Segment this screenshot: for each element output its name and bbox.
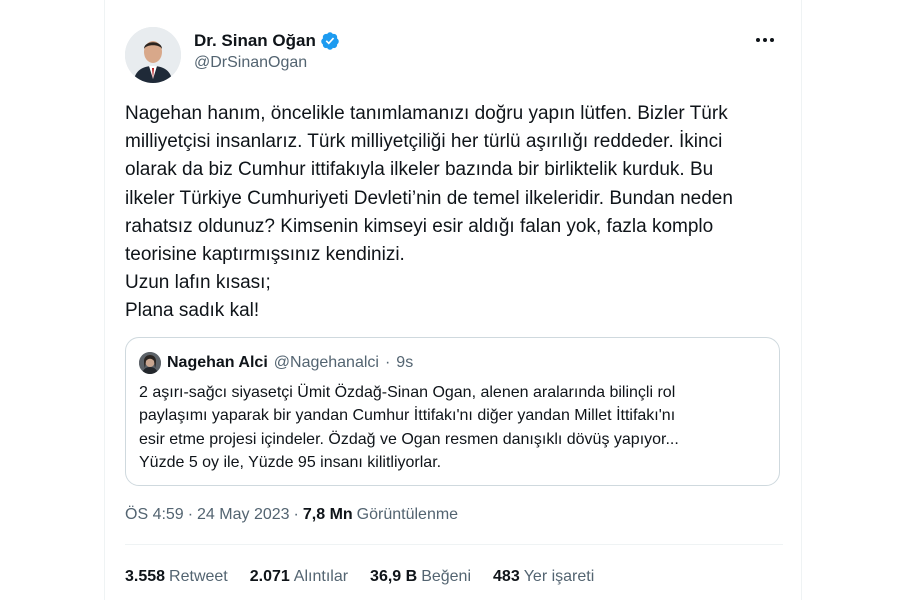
bookmarks-stat[interactable]: 483 Yer işareti — [493, 568, 594, 586]
bookmarks-count: 483 — [493, 568, 520, 585]
stats-divider — [125, 544, 783, 545]
views-count: 7,8 Mn — [302, 506, 353, 523]
engagement-stats: 3.558 Retweet 2.071 Alıntılar 36,9 B Beğ… — [125, 568, 594, 586]
quoted-tweet-header: Nagehan Alci @Nagehanalci · 9s — [139, 351, 766, 375]
quoted-author-handle[interactable]: @Nagehanalci — [274, 354, 379, 372]
bookmarks-label: Yer işareti — [523, 568, 595, 585]
quoted-tweet[interactable]: Nagehan Alci @Nagehanalci · 9s 2 aşırı-s… — [125, 337, 780, 486]
quoted-timestamp[interactable]: 9s — [396, 354, 413, 372]
author-avatar[interactable] — [125, 27, 181, 83]
quotes-label: Alıntılar — [293, 568, 349, 585]
tweet-text-line: Plana sadık kal! — [125, 300, 260, 322]
quoted-text-line: 2 aşırı-sağcı siyasetçi Ümit Özdağ-Sinan… — [139, 384, 676, 401]
tweet-text-line: teorisine kaptırmışsınız kendinizi. — [125, 244, 405, 266]
views-label: Görüntülenme — [356, 506, 459, 523]
retweets-stat[interactable]: 3.558 Retweet — [125, 568, 228, 586]
author-handle[interactable]: @DrSinanOgan — [194, 54, 340, 72]
quotes-stat[interactable]: 2.071 Alıntılar — [250, 568, 348, 586]
tweet-text: Nagehan hanım, öncelikle tanımlamanızı d… — [125, 100, 785, 326]
quoted-author-avatar-image — [139, 352, 161, 374]
more-options-button[interactable] — [751, 30, 779, 50]
quoted-text-line: paylaşımı yaparak bir yandan Cumhur İtti… — [139, 407, 676, 425]
verified-badge-icon[interactable] — [320, 31, 340, 51]
retweets-label: Retweet — [169, 568, 228, 585]
tweet-text-line: olarak da biz Cumhur ittifakıyla ilkeler… — [125, 159, 714, 181]
more-horizontal-icon — [763, 38, 767, 42]
more-horizontal-icon — [756, 38, 760, 42]
quoted-separator: · — [384, 354, 391, 371]
meta-separator: · — [293, 506, 299, 523]
timeline-border-right — [801, 0, 802, 600]
author-avatar-image — [125, 27, 181, 83]
tweet-date[interactable]: 24 May 2023 — [197, 506, 290, 524]
author-name[interactable]: Dr. Sinan Oğan — [194, 31, 316, 51]
tweet-time[interactable]: ÖS 4:59 — [125, 506, 184, 524]
tweet-text-line: Uzun lafın kısası; — [125, 272, 271, 294]
tweet-text-line: ilkeler Türkiye Cumhuriyeti Devleti’nin … — [125, 187, 733, 209]
author-info: Dr. Sinan Oğan @DrSinanOgan — [194, 30, 340, 72]
quoted-text-line: Yüzde 5 oy ile, Yüzde 95 insanı kilitliy… — [139, 454, 442, 472]
more-horizontal-icon — [770, 38, 774, 42]
quoted-author-avatar[interactable] — [139, 352, 161, 374]
tweet: Dr. Sinan Oğan @DrSinanOgan Nagehan hanı… — [105, 0, 801, 600]
tweet-text-line: Nagehan hanım, öncelikle tanımlamanızı d… — [125, 103, 728, 124]
likes-count: 36,9 B — [370, 568, 418, 585]
likes-stat[interactable]: 36,9 B Beğeni — [370, 568, 471, 586]
tweet-meta: ÖS 4:59 · 24 May 2023 · 7,8 Mn Görüntüle… — [125, 506, 458, 524]
retweets-count: 3.558 — [125, 568, 166, 585]
quoted-tweet-text: 2 aşırı-sağcı siyasetçi Ümit Özdağ-Sinan… — [139, 381, 766, 475]
likes-label: Beğeni — [421, 568, 472, 585]
meta-separator: · — [187, 506, 194, 523]
tweet-text-line: rahatsız oldunuz? Kimsenin kimseyi esir … — [125, 215, 714, 237]
tweet-text-line: milliyetçisi insanlarız. Türk milliyetçi… — [125, 131, 723, 153]
quoted-author-name[interactable]: Nagehan Alci — [167, 354, 268, 372]
quoted-text-line: esir etme projesi içindeler. Özdağ ve Og… — [139, 430, 679, 448]
quotes-count: 2.071 — [249, 568, 290, 585]
